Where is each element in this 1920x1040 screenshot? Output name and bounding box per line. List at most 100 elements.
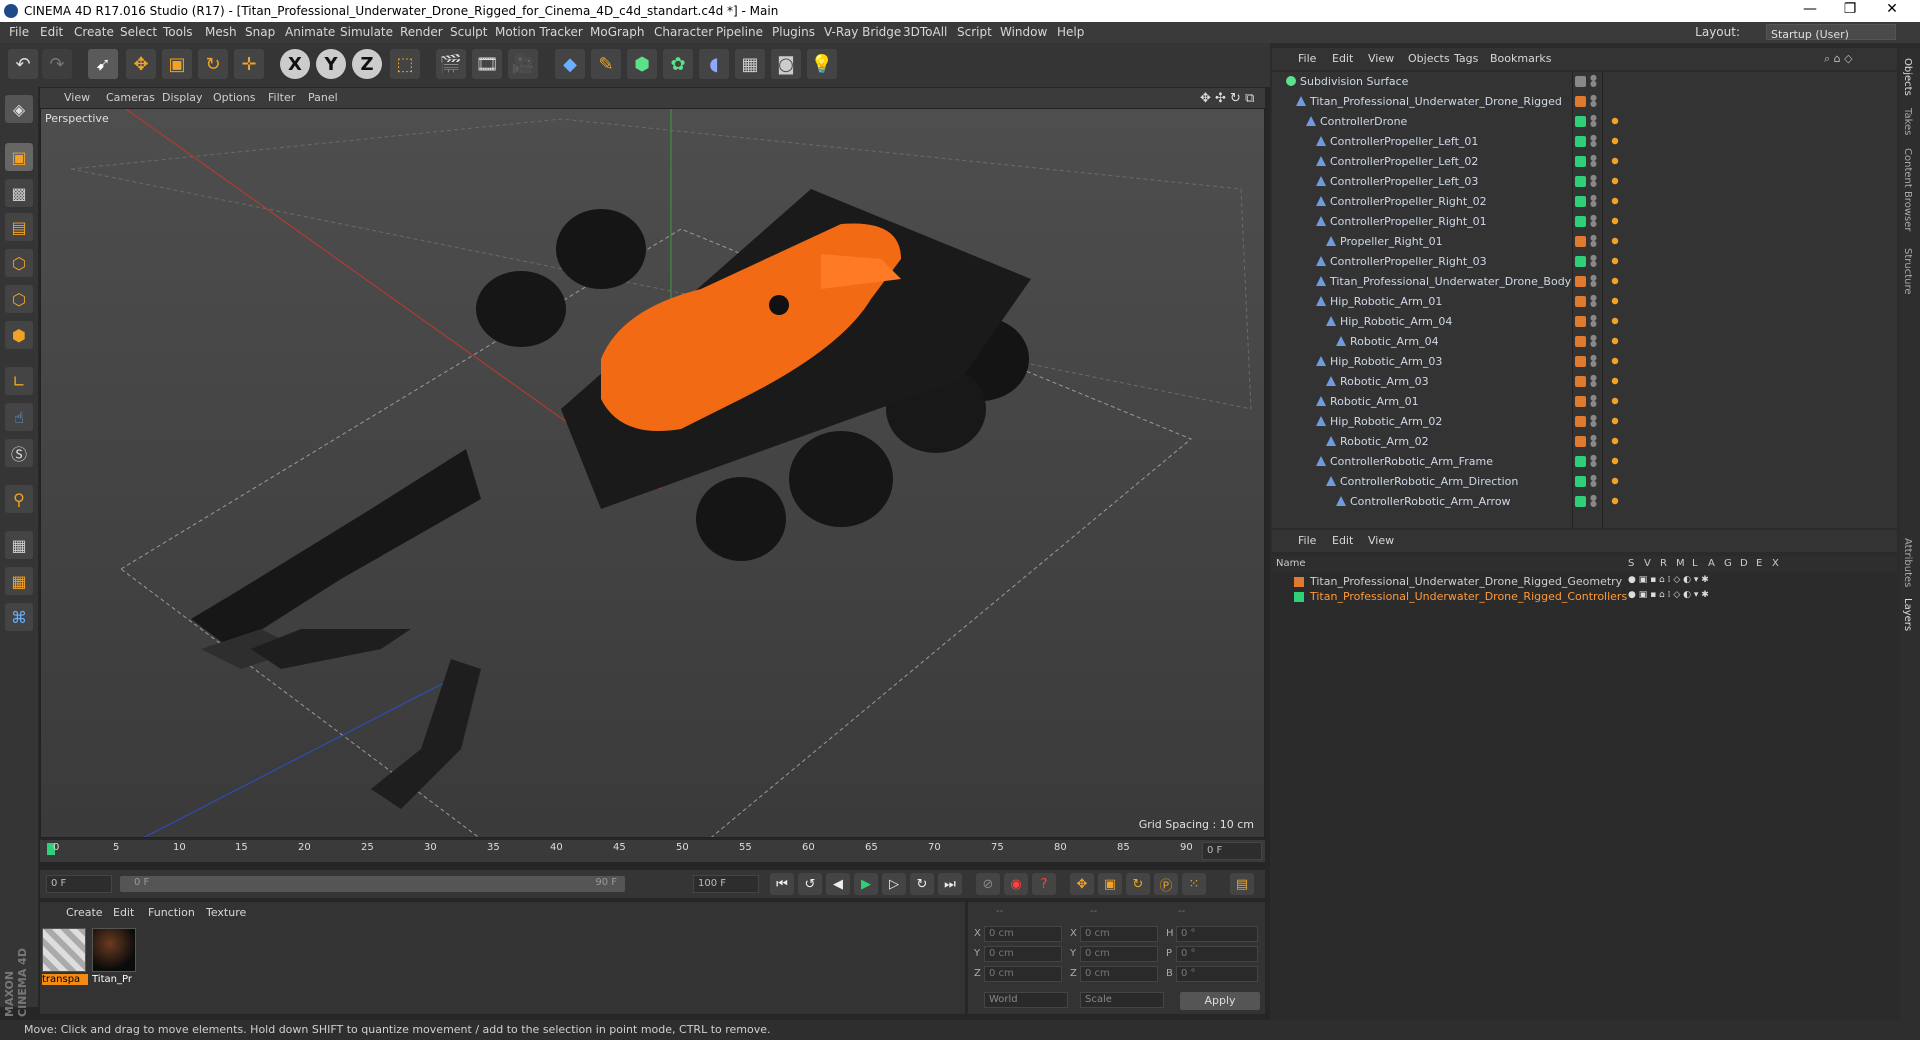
- rotation-h-field[interactable]: 0 °: [1176, 926, 1258, 942]
- visibility-toggle[interactable]: ● ●: [1590, 474, 1597, 488]
- spline-pen-icon[interactable]: ✎: [591, 49, 621, 79]
- coordinate-system-select[interactable]: World: [984, 992, 1068, 1008]
- object-row[interactable]: ControllerPropeller_Left_02 ● ●: [1272, 152, 1897, 172]
- vp-menu-view[interactable]: View: [64, 91, 90, 104]
- end-frame-field[interactable]: 100 F: [693, 875, 759, 893]
- om-menu-view[interactable]: View: [1368, 52, 1394, 65]
- vp-menu-options[interactable]: Options: [213, 91, 255, 104]
- render-picture-viewer-icon[interactable]: 🎞: [472, 49, 502, 79]
- key-param-icon[interactable]: Ⓟ: [1154, 873, 1178, 895]
- menu-pipeline[interactable]: Pipeline: [716, 25, 763, 39]
- layer-color-swatch[interactable]: [1575, 96, 1586, 107]
- ik-tag-icon[interactable]: [1608, 214, 1622, 228]
- rotation-p-field[interactable]: 0 °: [1176, 946, 1258, 962]
- cloner-icon[interactable]: ✿: [663, 49, 693, 79]
- object-row[interactable]: Propeller_Right_01 ● ●: [1272, 232, 1897, 252]
- visibility-toggle[interactable]: ● ●: [1590, 234, 1597, 248]
- object-row[interactable]: ControllerRobotic_Arm_Direction ● ●: [1272, 472, 1897, 492]
- snap-icon[interactable]: Ⓢ: [5, 439, 33, 467]
- menu-simulate[interactable]: Simulate: [340, 25, 393, 39]
- prev-frame-icon[interactable]: ◀: [826, 873, 850, 895]
- ik-tag-icon[interactable]: [1608, 374, 1622, 388]
- visibility-toggle[interactable]: ● ●: [1590, 134, 1597, 148]
- transform-tool-icon[interactable]: ✛: [234, 49, 264, 79]
- tab-attributes[interactable]: Attributes: [1902, 538, 1913, 587]
- object-row[interactable]: Robotic_Arm_03 ● ●: [1272, 372, 1897, 392]
- menu-plugins[interactable]: Plugins: [772, 25, 815, 39]
- y-axis-toggle[interactable]: Y: [316, 49, 346, 79]
- layer-color-swatch[interactable]: [1575, 236, 1586, 247]
- layer-row[interactable]: Titan_Professional_Underwater_Drone_Rigg…: [1272, 574, 1897, 589]
- visibility-toggle[interactable]: ● ●: [1590, 394, 1597, 408]
- visibility-toggle[interactable]: ● ●: [1590, 354, 1597, 368]
- tab-layers[interactable]: Layers: [1902, 598, 1913, 631]
- layer-color-swatch[interactable]: [1575, 196, 1586, 207]
- vp-menu-filter[interactable]: Filter: [268, 91, 295, 104]
- layer-color-swatch[interactable]: [1575, 436, 1586, 447]
- position-x-field[interactable]: 0 cm: [984, 926, 1062, 942]
- key-pla-icon[interactable]: ⁙: [1182, 873, 1206, 895]
- lm-menu-file[interactable]: File: [1298, 534, 1316, 547]
- ik-tag-icon[interactable]: [1608, 394, 1622, 408]
- python-icon[interactable]: ⌘: [5, 603, 33, 631]
- visibility-toggle[interactable]: ● ●: [1590, 334, 1597, 348]
- visibility-toggle[interactable]: ● ●: [1590, 174, 1597, 188]
- ik-tag-icon[interactable]: [1608, 454, 1622, 468]
- om-search-icon[interactable]: ⌕ ⌂ ◇: [1824, 52, 1853, 66]
- render-view-icon[interactable]: 🎬: [436, 49, 466, 79]
- menu-animate[interactable]: Animate: [285, 25, 335, 39]
- object-row[interactable]: ControllerPropeller_Right_03 ● ●: [1272, 252, 1897, 272]
- ik-tag-icon[interactable]: [1608, 274, 1622, 288]
- object-row[interactable]: ControllerRobotic_Arm_Frame ● ●: [1272, 452, 1897, 472]
- goto-start-icon[interactable]: ⏮: [770, 873, 794, 895]
- menu-edit[interactable]: Edit: [40, 25, 63, 39]
- layer-color-swatch[interactable]: [1575, 76, 1586, 87]
- autokey-icon[interactable]: ?: [1032, 873, 1056, 895]
- menu-window[interactable]: Window: [1000, 25, 1047, 39]
- menu-3dtoall[interactable]: 3DToAll: [903, 25, 947, 39]
- visibility-toggle[interactable]: ● ●: [1590, 114, 1597, 128]
- lm-menu-view[interactable]: View: [1368, 534, 1394, 547]
- timeline-window-icon[interactable]: ▤: [1230, 873, 1254, 895]
- deformer-icon[interactable]: ◖: [699, 49, 729, 79]
- edges-mode-icon[interactable]: ⬡: [5, 285, 33, 313]
- lock-workplane-icon[interactable]: ▦: [5, 531, 33, 559]
- key-scale-icon[interactable]: ▣: [1098, 873, 1122, 895]
- lm-menu-edit[interactable]: Edit: [1332, 534, 1353, 547]
- minimize-button[interactable]: —: [1790, 1, 1830, 17]
- vp-menu-panel[interactable]: Panel: [308, 91, 338, 104]
- visibility-toggle[interactable]: ● ●: [1590, 294, 1597, 308]
- visibility-toggle[interactable]: ● ●: [1590, 194, 1597, 208]
- menu-tools[interactable]: Tools: [163, 25, 193, 39]
- timeline-ruler[interactable]: 0 5 10 15 20 25 30 35 40 45 50 55 60 65 …: [40, 840, 1265, 862]
- size-mode-select[interactable]: Scale: [1080, 992, 1164, 1008]
- maximize-button[interactable]: ❐: [1830, 1, 1870, 17]
- ik-tag-icon[interactable]: [1608, 294, 1622, 308]
- layer-color-swatch[interactable]: [1575, 156, 1586, 167]
- menu-character[interactable]: Character: [654, 25, 713, 39]
- layer-flags[interactable]: ● ▣ ▪ ⌂ ⁞ ◇ ◐ ▾ ✱: [1628, 590, 1709, 600]
- menu-select[interactable]: Select: [120, 25, 157, 39]
- visibility-toggle[interactable]: ● ●: [1590, 154, 1597, 168]
- current-frame-field[interactable]: 0 F: [1202, 842, 1262, 860]
- object-row[interactable]: Subdivision Surface ● ●: [1272, 72, 1897, 92]
- layer-color-swatch[interactable]: [1575, 176, 1586, 187]
- menu-vray-bridge[interactable]: V-Ray Bridge: [824, 25, 901, 39]
- workplane-mode-icon[interactable]: ▤: [5, 213, 33, 241]
- position-y-field[interactable]: 0 cm: [984, 946, 1062, 962]
- menu-motion-tracker[interactable]: Motion Tracker: [495, 25, 583, 39]
- layer-color-swatch[interactable]: [1575, 396, 1586, 407]
- points-mode-icon[interactable]: ⬡: [5, 249, 33, 277]
- layer-color-swatch[interactable]: [1575, 216, 1586, 227]
- object-row[interactable]: Robotic_Arm_01 ● ●: [1272, 392, 1897, 412]
- redo-button[interactable]: ↷: [42, 49, 72, 79]
- move-tool-icon[interactable]: ✥: [126, 49, 156, 79]
- goto-end-icon[interactable]: ⏭: [938, 873, 962, 895]
- apply-button[interactable]: Apply: [1180, 992, 1260, 1010]
- menu-file[interactable]: File: [9, 25, 29, 39]
- make-editable-icon[interactable]: ◈: [5, 95, 33, 123]
- mat-menu-edit[interactable]: Edit: [113, 906, 134, 919]
- layer-color-swatch[interactable]: [1575, 136, 1586, 147]
- x-axis-toggle[interactable]: X: [280, 49, 310, 79]
- layer-color-swatch[interactable]: [1294, 592, 1304, 602]
